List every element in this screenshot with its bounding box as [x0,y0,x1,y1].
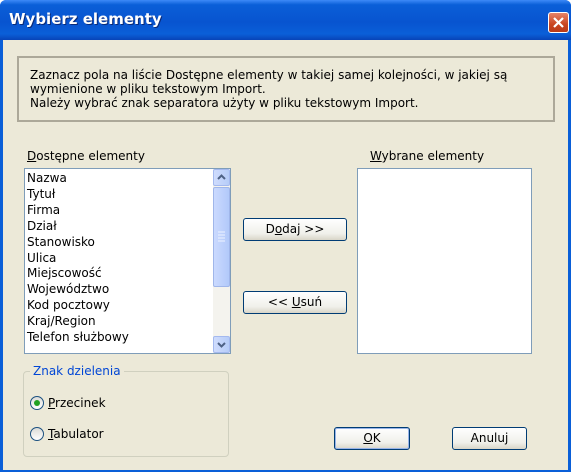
remove-button-label: << Usuń [267,295,323,309]
selected-elements-list[interactable] [357,168,532,354]
close-button[interactable] [548,12,569,33]
list-item[interactable]: Miejscowość [27,266,129,282]
selected-elements-label: Wybrane elementy [370,149,485,163]
available-items-container: Nazwa Tytuł Firma Dział Stanowisko Ulica Miejs… [27,171,129,346]
info-line-1: Zaznacz pola na liście Dostępne elementy… [30,68,508,82]
radio-unchecked-icon [30,427,44,441]
cancel-button[interactable]: Anuluj [452,427,527,450]
grip-icon [218,231,225,242]
dialog-window: Wybierz elementy Zaznacz pola na liście … [0,0,571,472]
ok-button[interactable]: OK [334,427,410,450]
scroll-thumb[interactable] [213,187,230,287]
radio-comma[interactable]: Przecinek [30,396,106,410]
list-item[interactable]: Stanowisko [27,235,129,251]
list-item[interactable]: Kraj/Region [27,314,129,330]
add-button[interactable]: Dodaj >> [243,218,347,241]
dialog-body: Zaznacz pola na liście Dostępne elementy… [3,40,568,470]
radio-comma-label-rest: rzecinek [55,396,106,410]
list-item[interactable]: Tytuł [27,187,129,203]
list-item[interactable]: Kod pocztowy [27,298,129,314]
radio-tab-label-rest: abulator [53,427,104,441]
separator-group-legend: Znak dzielenia [30,364,124,378]
scroll-up-button[interactable] [213,169,230,186]
radio-tab[interactable]: Tabulator [30,427,104,441]
chevron-down-icon [217,342,226,348]
info-line-2: wymienione w pliku tekstowym Import. [30,82,266,96]
selected-elements-label-rest: ybrane elementy [381,149,485,163]
separator-group: Znak dzielenia Przecinek Tabulator [23,364,229,457]
remove-button[interactable]: << Usuń [243,291,347,314]
title-bar[interactable]: Wybierz elementy [0,0,571,40]
add-button-label: Dodaj >> [265,222,325,236]
list-item[interactable]: Województwo [27,282,129,298]
list-item[interactable]: Dział [27,219,129,235]
scroll-down-button[interactable] [213,336,230,353]
available-elements-label-rest: ostępne elementy [36,149,145,163]
close-icon [553,17,564,28]
list-item[interactable]: Nazwa [27,171,129,187]
info-box: Zaznacz pola na liście Dostępne elementy… [17,56,555,122]
list-item[interactable]: Ulica [27,251,129,267]
info-line-3: Należy wybrać znak separatora użyty w pl… [30,96,419,110]
ok-button-label: OK [363,431,381,445]
window-title: Wybierz elementy [9,10,162,28]
radio-checked-icon [30,396,44,410]
available-elements-list[interactable]: Nazwa Tytuł Firma Dział Stanowisko Ulica Miejs… [24,168,231,354]
available-elements-label: Dostępne elementy [27,149,145,163]
list-item[interactable]: Firma [27,203,129,219]
list-item[interactable]: Telefon służbowy [27,330,129,346]
chevron-up-icon [217,174,226,180]
available-list-scrollbar[interactable] [213,169,230,353]
